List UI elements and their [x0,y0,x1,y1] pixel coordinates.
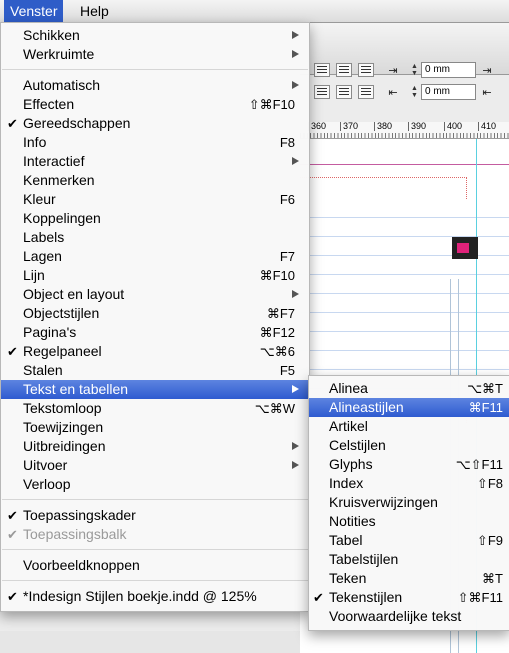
ruler-tick: 400 [444,122,462,131]
chevron-right-icon [292,157,299,165]
left-indent-field[interactable]: 0 mm [421,62,476,78]
menu-item-toepassingskader[interactable]: ✔ Toepassingskader [1,506,309,525]
horizontal-ruler: 360 370 380 390 400 410 [300,122,509,139]
ruler-tick: 360 [308,122,326,131]
menu-item-gereedschappen[interactable]: ✔ Gereedschappen [1,114,309,133]
submenu-item-glyphs[interactable]: Glyphs ⌥⇧F11 [309,455,509,474]
menu-item-lijn[interactable]: Lijn ⌘F10 [1,266,309,285]
ruler-tick: 390 [408,122,426,131]
menu-venster[interactable]: Venster [4,0,64,22]
menu-separator [2,499,308,500]
ruler-minor-ticks [300,133,509,138]
align-button-2[interactable] [336,63,352,77]
checkmark-icon: ✔ [7,508,18,523]
menu-item-open-document[interactable]: ✔ *Indesign Stijlen boekje.indd @ 125% [1,587,309,606]
left-indent-stepper[interactable]: ▲ ▼ [411,63,418,77]
submenu-item-alinea[interactable]: Alinea ⌥⌘T [309,379,509,398]
chevron-right-icon [292,290,299,298]
menu-item-paginas[interactable]: Pagina's ⌘F12 [1,323,309,342]
submenu-item-index[interactable]: Index ⇧F8 [309,474,509,493]
menu-item-kleur[interactable]: Kleur F6 [1,190,309,209]
menu-item-toepassingsbalk: ✔ Toepassingsbalk [7,526,127,542]
align-button-1[interactable] [314,63,330,77]
ruler-tick: 370 [340,122,358,131]
first-indent-stepper[interactable]: ▲ ▼ [411,85,418,99]
chevron-right-icon [292,461,299,469]
menu-item-verloop[interactable]: Verloop [1,475,309,494]
menu-item-info[interactable]: Info F8 [1,133,309,152]
submenu-item-alineastijlen[interactable]: Alineastijlen ⌘F11 [309,398,509,417]
menu-bar: Venster Help [0,0,509,23]
menu-item-regelpaneel[interactable]: ✔ Regelpaneel ⌥⌘6 [1,342,309,361]
checkmark-icon: ✔ [313,590,324,605]
menu-item-uitvoer[interactable]: Uitvoer [1,456,309,475]
menu-item-lagen[interactable]: Lagen F7 [1,247,309,266]
ruler-tick: 410 [478,122,496,131]
tekst-en-tabellen-submenu: Alinea ⌥⌘T Alineastijlen ⌘F11 Artikel Cels… [308,375,509,631]
align-button-5[interactable] [336,85,352,99]
page-marker-icon [452,237,478,259]
submenu-item-tabelstijlen[interactable]: Tabelstijlen [309,550,509,569]
align-button-6[interactable] [358,85,374,99]
menu-item-effecten[interactable]: Effecten ⇧⌘F10 [1,95,309,114]
submenu-item-notities[interactable]: Notities [309,512,509,531]
menu-item-tekst-en-tabellen[interactable]: Tekst en tabellen [1,380,309,399]
menu-separator [2,69,308,70]
chevron-right-icon [292,442,299,450]
submenu-item-tabel[interactable]: Tabel ⇧F9 [309,531,509,550]
menu-item-tekstomloop[interactable]: Tekstomloop ⌥⌘W [1,399,309,418]
menu-item-labels[interactable]: Labels [1,228,309,247]
menu-help[interactable]: Help [74,0,115,22]
left-indent-icon: ⇥ [388,65,398,77]
last-line-indent-icon: ⇤ [482,87,492,99]
submenu-item-teken[interactable]: Teken ⌘T [309,569,509,588]
menu-item-voorbeeldknoppen[interactable]: Voorbeeldknoppen [1,556,309,575]
first-line-indent-icon: ⇤ [388,87,398,99]
menu-item-toewijzingen[interactable]: Toewijzingen [1,418,309,437]
margin-guide [300,164,509,165]
submenu-item-kruisverwijzingen[interactable]: Kruisverwijzingen [309,493,509,512]
menu-item-interactief[interactable]: Interactief [1,152,309,171]
submenu-item-voorwaardelijke-tekst[interactable]: Voorwaardelijke tekst [309,607,509,626]
first-indent-field[interactable]: 0 mm [421,84,476,100]
control-panel: ⇥ ⇤ ▲ ▼ ▲ ▼ 0 mm 0 mm ⇥ ⇤ [300,22,509,100]
menu-item-uitbreidingen[interactable]: Uitbreidingen [1,437,309,456]
venster-menu: Schikken Werkruimte Automatisch Effecten… [0,22,310,612]
menu-item-stalen[interactable]: Stalen F5 [1,361,309,380]
menu-item-object-en-layout[interactable]: Object en layout [1,285,309,304]
submenu-item-artikel[interactable]: Artikel [309,417,509,436]
menu-item-koppelingen[interactable]: Koppelingen [1,209,309,228]
menu-item-werkruimte[interactable]: Werkruimte [1,45,309,64]
ruler-tick: 380 [374,122,392,131]
menu-item-objectstijlen[interactable]: Objectstijlen ⌘F7 [1,304,309,323]
menu-separator [2,549,308,550]
align-button-3[interactable] [358,63,374,77]
menu-item-kenmerken[interactable]: Kenmerken [1,171,309,190]
menu-item-automatisch[interactable]: Automatisch [1,76,309,95]
checkmark-icon: ✔ [7,589,18,604]
chevron-right-icon [292,385,299,393]
align-button-4[interactable] [314,85,330,99]
submenu-item-tekenstijlen[interactable]: ✔ Tekenstijlen ⇧⌘F11 [309,588,509,607]
chevron-right-icon [292,50,299,58]
bleed-guide [300,177,467,178]
menu-item-schikken[interactable]: Schikken [1,26,309,45]
checkmark-icon: ✔ [7,344,18,359]
chevron-right-icon [292,31,299,39]
chevron-right-icon [292,81,299,89]
menu-separator [2,580,308,581]
right-indent-icon: ⇥ [482,65,492,77]
submenu-item-celstijlen[interactable]: Celstijlen [309,436,509,455]
checkmark-icon: ✔ [7,527,18,542]
checkmark-icon: ✔ [7,116,18,131]
